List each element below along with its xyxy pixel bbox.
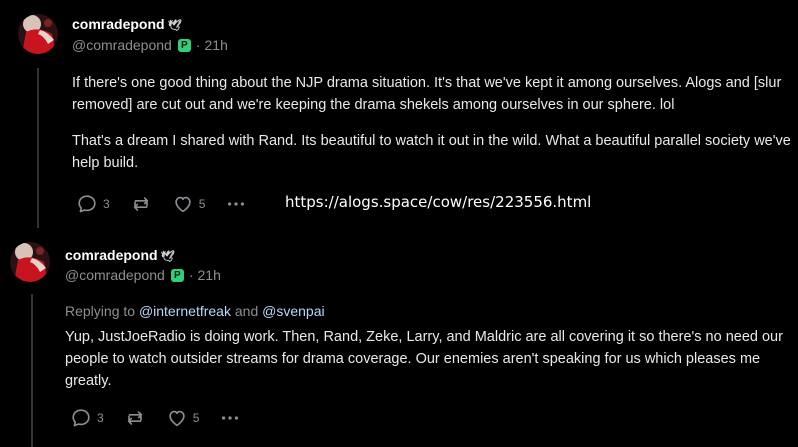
repost-arrows-icon <box>127 411 142 425</box>
heart-icon <box>174 196 191 213</box>
post-body-paragraph-1: Yup, JustJoeRadio is doing work. Then, R… <box>65 329 783 389</box>
thread-line <box>31 294 33 447</box>
avatar[interactable] <box>10 242 50 282</box>
reply-count: 3 <box>97 411 104 425</box>
verified-badge-icon: P <box>177 38 191 52</box>
display-name-text: comradepond <box>65 247 158 263</box>
replying-to-line: Replying to @internetfreak and @svenpai <box>65 303 325 319</box>
replying-prefix: Replying to <box>65 303 139 319</box>
reply-count: 3 <box>103 197 110 211</box>
dove-emoji-icon: 🕊 <box>167 20 182 32</box>
display-name-text: comradepond <box>72 16 165 32</box>
avatar-image <box>10 242 50 282</box>
ellipsis-icon <box>228 202 245 206</box>
mention-link[interactable]: @svenpai <box>262 303 324 319</box>
repost-arrows-icon <box>133 197 148 211</box>
ellipsis-icon <box>222 416 239 420</box>
display-name[interactable]: comradepond 🕊 <box>72 16 182 32</box>
handle[interactable]: @comradepond <box>72 37 172 53</box>
avatar-image <box>18 14 58 54</box>
post-body-paragraph-1: If there's one good thing about the NJP … <box>72 75 782 113</box>
repost-button[interactable] <box>124 407 146 429</box>
verified-badge-icon: P <box>170 268 184 282</box>
timestamp[interactable]: 21h <box>205 37 228 53</box>
mention-link[interactable]: @internetfreak <box>139 303 231 319</box>
handle-row: @comradepond P · 21h <box>65 267 221 283</box>
speech-bubble-icon <box>72 409 90 427</box>
repost-button[interactable] <box>130 193 152 215</box>
action-bar: 3 5 <box>76 193 267 215</box>
avatar[interactable] <box>18 14 58 54</box>
display-name[interactable]: comradepond 🕊 <box>65 247 175 263</box>
post-body-paragraph-2: That's a dream I shared with Rand. Its b… <box>72 133 791 171</box>
action-bar: 3 5 <box>70 407 261 429</box>
dove-emoji-icon: 🕊 <box>160 251 175 263</box>
post-2: comradepond 🕊 @comradepond P · 21h Replyi… <box>0 232 798 447</box>
thread-line <box>37 68 39 228</box>
handle[interactable]: @comradepond <box>65 267 165 283</box>
like-count: 5 <box>198 197 206 211</box>
speech-bubble-icon <box>78 195 96 213</box>
like-count: 5 <box>192 411 200 425</box>
reply-button[interactable]: 3 <box>70 407 104 429</box>
heart-icon <box>168 410 185 427</box>
overlay-url-caption: https://alogs.space/cow/res/223556.html <box>285 193 592 211</box>
post-1: comradepond 🕊 @comradepond P · 21h If the… <box>0 0 798 228</box>
timestamp[interactable]: 21h <box>198 267 221 283</box>
separator: · <box>195 37 201 53</box>
replying-and: and <box>230 303 263 319</box>
handle-row: @comradepond P · 21h <box>72 37 228 53</box>
reply-button[interactable]: 3 <box>76 193 110 215</box>
more-button[interactable] <box>219 407 241 429</box>
separator: · <box>188 267 194 283</box>
like-button[interactable]: 5 <box>166 407 200 429</box>
more-button[interactable] <box>225 193 247 215</box>
like-button[interactable]: 5 <box>172 193 206 215</box>
